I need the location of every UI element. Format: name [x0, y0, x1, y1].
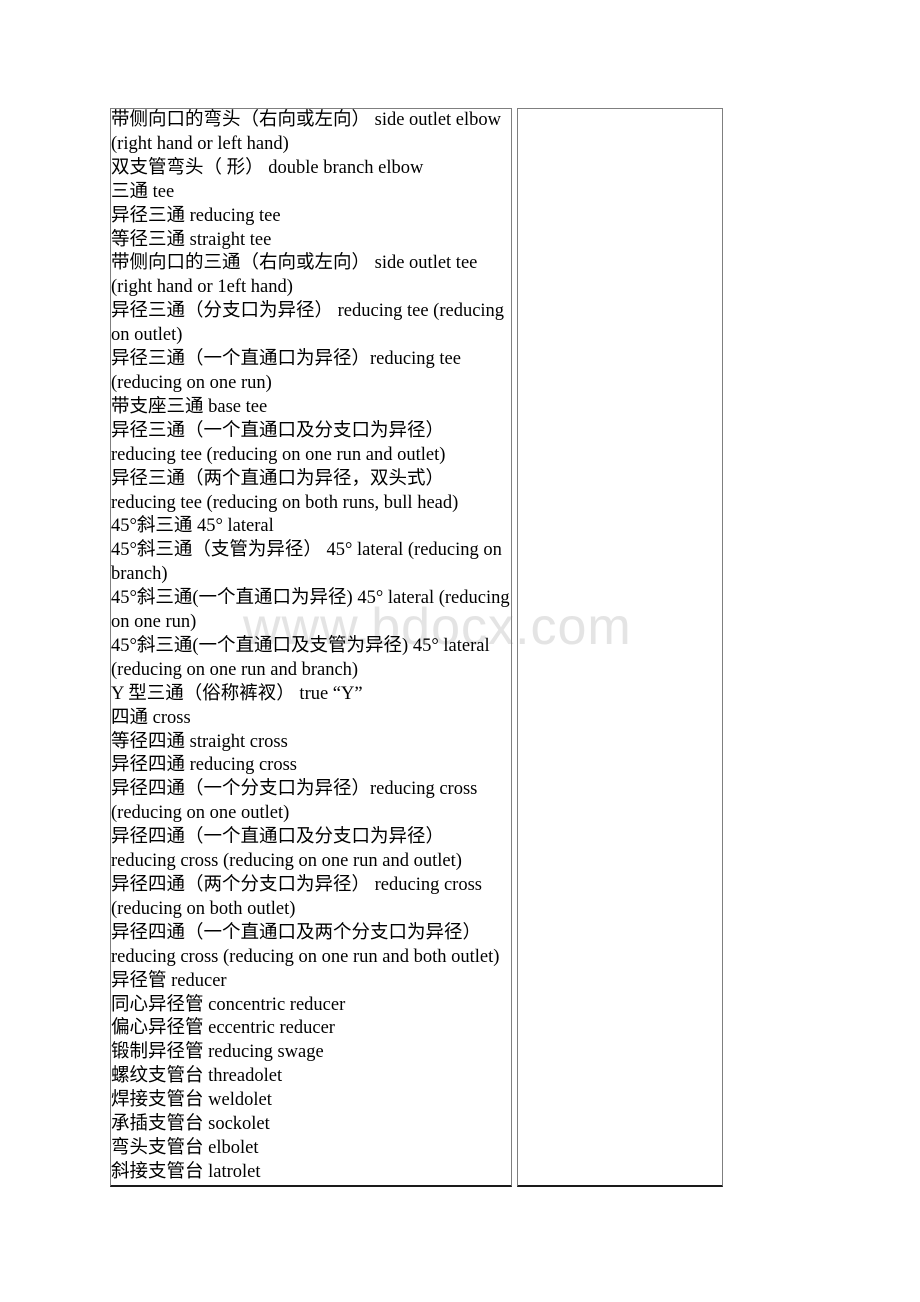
term-item: 45°斜三通（支管为异径） 45° lateral (reducing on b…	[111, 540, 502, 585]
term-item: 异径四通（一个直通口及分支口为异径） reducing cross (reduc…	[111, 827, 462, 872]
notes-cell	[517, 108, 723, 1187]
term-item: 异径三通（两个直通口为异径，双头式） reducing tee (reducin…	[111, 468, 459, 513]
term-item: 带侧向口的弯头（右向或左向） side outlet elbow (right …	[111, 110, 502, 154]
term-item: 异径四通（一个分支口为异径）reducing cross (reducing o…	[111, 779, 478, 824]
term-item: 带侧向口的三通（右向或左向） side outlet tee (right ha…	[111, 253, 478, 298]
term-item: 等径四通 straight cross	[111, 731, 288, 752]
term-item: 异径三通（分支口为异径） reducing tee (reducing on o…	[111, 301, 505, 346]
term-item: 异径三通（一个直通口及分支口为异径） reducing tee (reducin…	[111, 420, 446, 465]
table-body: 带侧向口的弯头（右向或左向） side outlet elbow (right …	[110, 108, 723, 1187]
term-item: 双支管弯头（ 形） double branch elbow	[111, 157, 424, 178]
glossary-table: 带侧向口的弯头（右向或左向） side outlet elbow (right …	[110, 108, 723, 1187]
term-item: 螺纹支管台 threadolet	[111, 1066, 283, 1087]
term-item: 同心异径管 concentric reducer	[111, 994, 346, 1015]
term-item: 弯头支管台 elbolet	[111, 1137, 259, 1158]
term-item: 45°斜三通(一个直通口为异径) 45° lateral (reducing o…	[111, 588, 510, 633]
term-item: 四通 cross	[111, 707, 191, 728]
term-item: 45°斜三通 45° lateral	[111, 516, 274, 537]
terms-cell: 带侧向口的弯头（右向或左向） side outlet elbow (right …	[110, 108, 512, 1187]
term-item: 异径三通 reducing tee	[111, 205, 281, 226]
term-item: 承插支管台 sockolet	[111, 1114, 270, 1135]
term-item: 异径四通 reducing cross	[111, 755, 297, 776]
term-item: 带支座三通 base tee	[111, 396, 268, 417]
term-list: 带侧向口的弯头（右向或左向） side outlet elbow (right …	[111, 109, 511, 1185]
table-row: 带侧向口的弯头（右向或左向） side outlet elbow (right …	[110, 108, 723, 1187]
term-item: 异径四通（两个分支口为异径） reducing cross (reducing …	[111, 875, 482, 919]
term-item: 异径管 reducer	[111, 970, 227, 991]
term-item: 焊接支管台 weldolet	[111, 1090, 272, 1111]
document-page: www.bdocx.com 带侧向口的弯头（右向或左向） side outlet…	[0, 0, 920, 1302]
term-item: 等径三通 straight tee	[111, 229, 272, 250]
term-item: 斜接支管台 latrolet	[111, 1161, 261, 1182]
term-item: 异径三通（一个直通口为异径）reducing tee (reducing on …	[111, 349, 461, 393]
term-item: 三通 tee	[111, 181, 175, 202]
term-item: 45°斜三通(一个直通口及支管为异径) 45° lateral (reducin…	[111, 635, 490, 680]
term-item: 偏心异径管 eccentric reducer	[111, 1018, 335, 1039]
term-item: 锻制异径管 reducing swage	[111, 1042, 324, 1063]
term-item: 异径四通（一个直通口及两个分支口为异径） reducing cross (red…	[111, 922, 500, 967]
term-item: Y 型三通（俗称裤衩） true “Y”	[111, 683, 363, 704]
